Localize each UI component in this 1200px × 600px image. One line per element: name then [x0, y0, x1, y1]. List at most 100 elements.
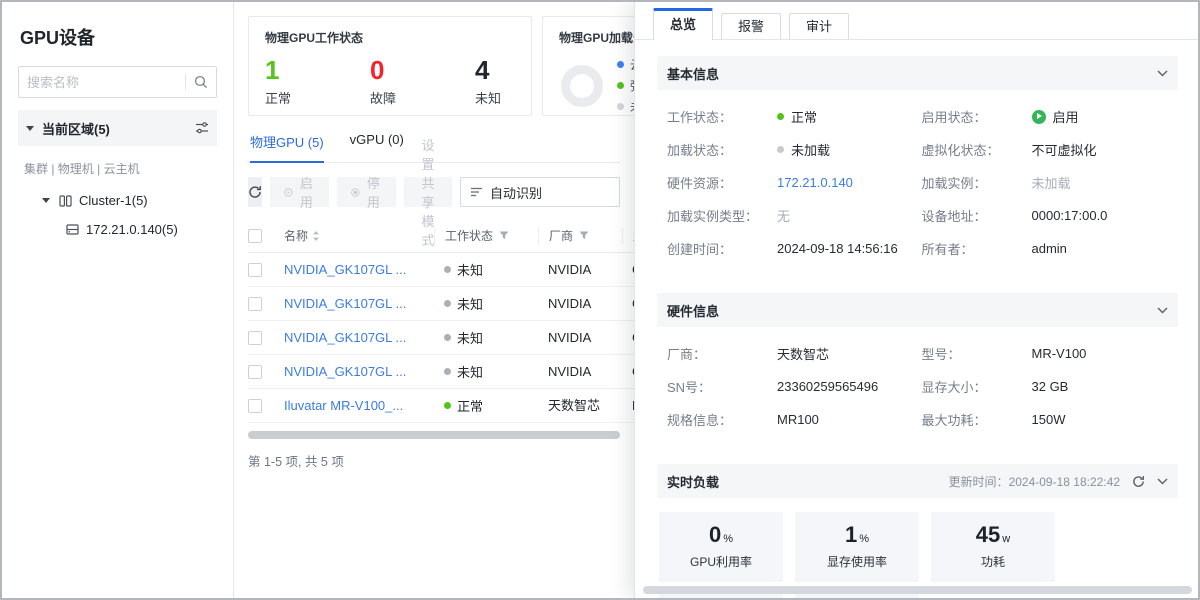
share-mode-button[interactable]: 设置共享模式	[404, 177, 452, 207]
row-checkbox[interactable]	[248, 331, 262, 345]
table-row[interactable]: NVIDIA_GK107GL ... 未知 NVIDIA GK107GL [..…	[248, 321, 634, 355]
card-title: 物理GPU加载分布	[559, 29, 634, 46]
caret-down-icon[interactable]	[42, 198, 50, 203]
table-toolbar: 启用 停用 设置共享模式 自动识别	[248, 177, 620, 207]
basic-info-body: 工作状态： 正常 启用状态： 启用 加载状态： 未加载 虚拟化状态： 不可虚拟化…	[657, 90, 1178, 279]
gpu-name-link[interactable]: NVIDIA_GK107GL ...	[284, 262, 406, 277]
host-icon	[66, 224, 79, 235]
donut-legend: 云主机 弹性裸金属 未加载	[617, 56, 634, 115]
gpu-status-card: 物理GPU工作状态 1 正常 0 故障 4 未知	[248, 16, 532, 116]
select-all-checkbox[interactable]	[248, 229, 262, 243]
tab-physical-gpu[interactable]: 物理GPU (5)	[250, 132, 324, 163]
refresh-button[interactable]	[248, 177, 262, 207]
pagination-info: 第 1-5 项, 共 5 项	[248, 451, 634, 470]
status-text: 正常	[457, 396, 483, 415]
filter-settings-icon[interactable]	[195, 121, 209, 135]
model-cell: MR-V100	[622, 398, 634, 414]
stat-normal: 1 正常	[265, 56, 291, 107]
model-cell: GK107GL [...	[622, 296, 634, 312]
status-dot	[444, 266, 451, 273]
status-text: 正常	[791, 107, 817, 126]
table-row[interactable]: NVIDIA_GK107GL ... 未知 NVIDIA GK107GL [..…	[248, 287, 634, 321]
row-checkbox[interactable]	[248, 365, 262, 379]
row-checkbox[interactable]	[248, 297, 262, 311]
row-checkbox[interactable]	[248, 263, 262, 277]
row-checkbox[interactable]	[248, 399, 262, 413]
chevron-down-icon[interactable]	[1157, 307, 1168, 314]
detail-tabs: 总览 报警 审计	[635, 2, 1200, 40]
tab-overview[interactable]: 总览	[653, 8, 713, 40]
hardware-resource-link[interactable]: 172.21.0.140	[777, 175, 853, 190]
metric-memory-usage: 1% 显存使用率	[795, 512, 919, 582]
page-title: GPU设备	[20, 24, 217, 50]
metrics-grid: 0% GPU利用率 1% 显存使用率 45w 功耗 77℃ 温度 0% 风扇	[657, 498, 1178, 598]
chevron-down-icon[interactable]	[1157, 70, 1168, 77]
sort-lines-icon	[471, 187, 483, 197]
metric-temperature: 77℃ 温度	[659, 594, 783, 598]
region-label: 当前区域(5)	[42, 119, 195, 138]
tab-vgpu[interactable]: vGPU (0)	[350, 132, 404, 162]
chevron-down-icon[interactable]	[1157, 478, 1168, 485]
sort-icon[interactable]	[312, 230, 320, 242]
vendor-cell: NVIDIA	[538, 364, 622, 380]
info-value: admin	[1032, 241, 1067, 256]
status-dot	[444, 368, 451, 375]
gpu-device-page: GPU设备 当前区域(5) 集群 | 物理机 | 云主机 Cl	[0, 0, 1200, 600]
panel-horizontal-scrollbar[interactable]	[643, 586, 1192, 594]
tab-alerts[interactable]: 报警	[721, 13, 781, 39]
hardware-info-header[interactable]: 硬件信息	[657, 293, 1178, 327]
vendor-cell: 天数智芯	[538, 398, 622, 414]
enabled-icon	[1032, 110, 1046, 124]
status-text: 未加载	[791, 140, 830, 159]
auto-detect-select[interactable]: 自动识别	[460, 177, 620, 207]
legend-dot	[617, 103, 624, 110]
sidebar-item-host[interactable]: 172.21.0.140(5)	[66, 222, 217, 237]
info-value: 不可虚拟化	[1032, 140, 1097, 159]
info-value: 0000:17:00.0	[1032, 208, 1108, 223]
horizontal-scrollbar[interactable]	[248, 431, 620, 439]
table-row[interactable]: NVIDIA_GK107GL ... 未知 NVIDIA GK107GL [..…	[248, 253, 634, 287]
gpu-name-link[interactable]: Iluvatar MR-V100_...	[284, 398, 403, 413]
model-cell: GK107GL [...	[622, 364, 634, 380]
status-dot	[444, 334, 451, 341]
model-cell: GK107GL [...	[622, 330, 634, 346]
gpu-name-link[interactable]: NVIDIA_GK107GL ...	[284, 364, 406, 379]
gpu-name-link[interactable]: NVIDIA_GK107GL ...	[284, 330, 406, 345]
metric-power: 45w 功耗	[931, 512, 1055, 582]
stat-fault: 0 故障	[370, 56, 396, 107]
refresh-icon[interactable]	[1132, 475, 1145, 488]
gpu-table: 名称 工作状态 厂商 型号 NVIDIA_GK107GL ... 未知 NVID…	[248, 219, 634, 470]
view-switch-links[interactable]: 集群 | 物理机 | 云主机	[24, 160, 217, 177]
info-value: 无	[777, 206, 790, 225]
search-box	[18, 66, 217, 98]
disable-button[interactable]: 停用	[337, 177, 396, 207]
enable-button[interactable]: 启用	[270, 177, 329, 207]
status-text: 未知	[457, 294, 483, 313]
gpu-distribution-card: 物理GPU加载分布 云主机 弹性裸金属 未加载	[542, 16, 634, 116]
hardware-info-body: 厂商：天数智芯 型号：MR-V100 SN号：23360259565496 显存…	[657, 327, 1178, 450]
gpu-name-link[interactable]: NVIDIA_GK107GL ...	[284, 296, 406, 311]
vendor-cell: NVIDIA	[538, 296, 622, 312]
filter-funnel-icon[interactable]	[579, 231, 589, 240]
status-text: 未知	[457, 328, 483, 347]
update-time: 更新时间：2024-09-18 18:22:42	[949, 473, 1120, 490]
sidebar-item-cluster[interactable]: Cluster-1(5)	[42, 193, 217, 208]
realtime-load-header[interactable]: 实时负载 更新时间：2024-09-18 18:22:42	[657, 464, 1178, 498]
search-icon[interactable]	[194, 75, 208, 89]
tab-audit[interactable]: 审计	[789, 13, 849, 39]
summary-cards: 物理GPU工作状态 1 正常 0 故障 4 未知	[248, 16, 620, 116]
table-row[interactable]: Iluvatar MR-V100_... 正常 天数智芯 MR-V100	[248, 389, 634, 423]
basic-info-header[interactable]: 基本信息	[657, 56, 1178, 90]
card-title: 物理GPU工作状态	[265, 29, 515, 46]
status-text: 未知	[457, 260, 483, 279]
search-input[interactable]	[27, 75, 181, 90]
legend-item: 云主机	[617, 56, 634, 73]
model-cell: GK107GL [...	[622, 262, 634, 278]
donut-chart	[561, 65, 603, 107]
sidebar-item-current-region[interactable]: 当前区域(5)	[18, 110, 217, 146]
caret-down-icon[interactable]	[26, 126, 34, 131]
detail-panel: 总览 报警 审计 基本信息 工作状态： 正常 启用状态： 启用 加载状态：	[634, 2, 1200, 598]
divider	[185, 74, 186, 90]
filter-funnel-icon[interactable]	[499, 231, 509, 240]
table-row[interactable]: NVIDIA_GK107GL ... 未知 NVIDIA GK107GL [..…	[248, 355, 634, 389]
